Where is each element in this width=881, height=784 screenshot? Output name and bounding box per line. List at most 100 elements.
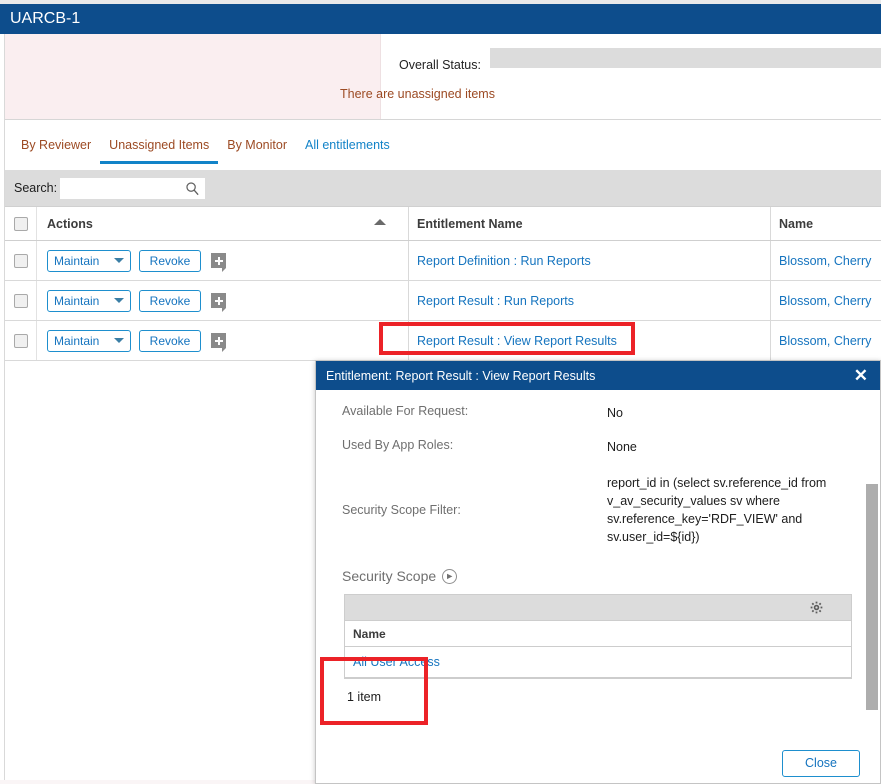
security-scope-header-row: Name bbox=[345, 621, 851, 647]
search-toolbar: Search: bbox=[5, 170, 881, 206]
entitlement-link[interactable]: Report Definition : Run Reports bbox=[417, 254, 591, 268]
column-header-name[interactable]: Name bbox=[771, 207, 881, 240]
row-entitlement-cell: Report Result : View Report Results bbox=[409, 321, 771, 360]
security-scope-table-toolbar bbox=[345, 595, 851, 621]
maintain-button-label: Maintain bbox=[54, 294, 99, 308]
row-checkbox[interactable] bbox=[14, 254, 28, 268]
table-row[interactable]: Maintain Revoke Report Result : Run Repo… bbox=[5, 281, 881, 321]
column-header-entitlement-name-label: Entitlement Name bbox=[417, 217, 523, 231]
security-scope-row[interactable]: All User Access bbox=[345, 647, 851, 678]
maintain-button-label: Maintain bbox=[54, 334, 99, 348]
add-comment-icon[interactable] bbox=[211, 253, 226, 268]
tab-bar: By Reviewer Unassigned Items By Monitor … bbox=[5, 134, 881, 168]
column-header-entitlement-name[interactable]: Entitlement Name bbox=[409, 207, 771, 240]
window-title: UARCB-1 bbox=[10, 10, 80, 28]
revoke-button[interactable]: Revoke bbox=[139, 290, 201, 312]
maintain-button[interactable]: Maintain bbox=[47, 330, 131, 352]
row-name-cell: Blossom, Cherry bbox=[771, 281, 881, 320]
entitlements-table: Actions Entitlement Name Name Maintain R… bbox=[5, 206, 881, 360]
row-name-cell: Blossom, Cherry bbox=[771, 321, 881, 360]
row-checkbox[interactable] bbox=[14, 294, 28, 308]
comment-tail bbox=[222, 268, 226, 272]
maintain-button-label: Maintain bbox=[54, 254, 99, 268]
comment-tail bbox=[222, 308, 226, 312]
select-all-cell[interactable] bbox=[5, 207, 37, 240]
chevron-down-icon[interactable] bbox=[114, 338, 124, 343]
row-select-cell[interactable] bbox=[5, 321, 37, 360]
close-button[interactable]: Close bbox=[782, 750, 860, 777]
security-scope-column-name: Name bbox=[353, 627, 386, 641]
table-row[interactable]: Maintain Revoke Report Result : View Rep… bbox=[5, 321, 881, 361]
search-input[interactable] bbox=[61, 179, 181, 198]
row-actions-cell: Maintain Revoke bbox=[37, 241, 409, 280]
search-icon[interactable] bbox=[185, 181, 200, 196]
search-label: Search: bbox=[14, 181, 57, 195]
entitlement-detail-dialog: Entitlement: Report Result : View Report… bbox=[315, 360, 881, 784]
revoke-button[interactable]: Revoke bbox=[139, 330, 201, 352]
summary-panel: Overall Status: bbox=[5, 34, 881, 120]
app-window: UARCB-1 Overall Status: There are unassi… bbox=[0, 0, 881, 784]
row-name-cell: Blossom, Cherry bbox=[771, 241, 881, 280]
row-actions-cell: Maintain Revoke bbox=[37, 321, 409, 360]
entitlement-link[interactable]: Report Result : Run Reports bbox=[417, 294, 574, 308]
reviewer-name-link[interactable]: Blossom, Cherry bbox=[779, 334, 871, 348]
row-entitlement-cell: Report Definition : Run Reports bbox=[409, 241, 771, 280]
tab-all-entitlements[interactable]: All entitlements bbox=[296, 134, 399, 164]
field-label: Security Scope Filter: bbox=[342, 503, 607, 517]
field-value: report_id in (select sv.reference_id fro… bbox=[607, 474, 842, 546]
summary-right-panel: Overall Status: bbox=[382, 34, 881, 119]
security-scope-section-title: Security Scope ► bbox=[342, 568, 854, 584]
sort-ascending-icon[interactable] bbox=[374, 219, 386, 225]
window-title-bar: UARCB-1 bbox=[0, 4, 881, 34]
row-entitlement-cell: Report Result : Run Reports bbox=[409, 281, 771, 320]
field-value: No bbox=[607, 404, 623, 422]
unassigned-items-message: There are unassigned items bbox=[340, 87, 495, 101]
field-label: Available For Request: bbox=[342, 404, 607, 422]
field-label: Used By App Roles: bbox=[342, 438, 607, 456]
row-select-cell[interactable] bbox=[5, 281, 37, 320]
chevron-right-circle-icon[interactable]: ► bbox=[442, 569, 457, 584]
overall-status-bar bbox=[490, 48, 881, 68]
row-select-cell[interactable] bbox=[5, 241, 37, 280]
select-all-checkbox[interactable] bbox=[14, 217, 28, 231]
tab-unassigned-items[interactable]: Unassigned Items bbox=[100, 134, 218, 164]
close-icon[interactable]: ✕ bbox=[850, 367, 872, 384]
revoke-button[interactable]: Revoke bbox=[139, 250, 201, 272]
row-checkbox[interactable] bbox=[14, 334, 28, 348]
field-value: None bbox=[607, 438, 637, 456]
security-scope-section-label: Security Scope bbox=[342, 568, 436, 584]
chevron-down-icon[interactable] bbox=[114, 258, 124, 263]
reviewer-name-link[interactable]: Blossom, Cherry bbox=[779, 254, 871, 268]
table-header-row: Actions Entitlement Name Name bbox=[5, 207, 881, 241]
row-actions-cell: Maintain Revoke bbox=[37, 281, 409, 320]
field-available-for-request: Available For Request: No bbox=[342, 404, 854, 422]
entitlement-link-highlighted[interactable]: Report Result : View Report Results bbox=[417, 334, 617, 348]
tab-by-reviewer[interactable]: By Reviewer bbox=[12, 134, 100, 164]
overall-status-label: Overall Status: bbox=[399, 58, 481, 72]
field-used-by-app-roles: Used By App Roles: None bbox=[342, 438, 854, 456]
security-scope-item-count: 1 item bbox=[347, 690, 854, 704]
column-header-name-label: Name bbox=[779, 217, 813, 231]
reviewer-name-link[interactable]: Blossom, Cherry bbox=[779, 294, 871, 308]
add-comment-icon[interactable] bbox=[211, 333, 226, 348]
tab-by-monitor[interactable]: By Monitor bbox=[218, 134, 296, 164]
dialog-title-bar: Entitlement: Report Result : View Report… bbox=[316, 361, 880, 390]
column-header-actions-label: Actions bbox=[47, 217, 93, 231]
table-row[interactable]: Maintain Revoke Report Definition : Run … bbox=[5, 241, 881, 281]
add-comment-icon[interactable] bbox=[211, 293, 226, 308]
field-security-scope-filter: Security Scope Filter: report_id in (sel… bbox=[342, 474, 854, 546]
summary-left-panel bbox=[5, 34, 381, 119]
maintain-button[interactable]: Maintain bbox=[47, 250, 131, 272]
chevron-down-icon[interactable] bbox=[114, 298, 124, 303]
security-scope-name-link[interactable]: All User Access bbox=[353, 655, 440, 669]
dialog-title: Entitlement: Report Result : View Report… bbox=[326, 369, 595, 383]
gear-icon[interactable] bbox=[810, 601, 823, 614]
comment-tail bbox=[222, 348, 226, 352]
dialog-scrollbar-thumb[interactable] bbox=[866, 484, 878, 710]
dialog-footer: Close bbox=[316, 743, 880, 783]
column-header-actions[interactable]: Actions bbox=[37, 207, 409, 240]
search-box[interactable] bbox=[60, 178, 205, 199]
dialog-body: Available For Request: No Used By App Ro… bbox=[316, 390, 880, 745]
security-scope-table: Name All User Access bbox=[344, 594, 852, 679]
maintain-button[interactable]: Maintain bbox=[47, 290, 131, 312]
